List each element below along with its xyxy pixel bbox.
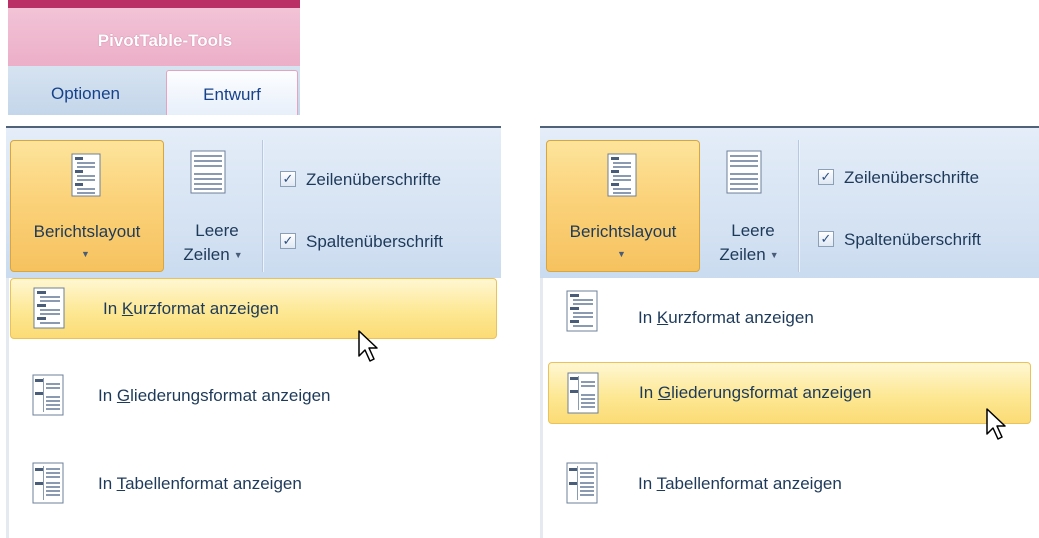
checkbox-checked-icon[interactable]: ✓ bbox=[818, 231, 834, 247]
menu-item-label: In Tabellenformat anzeigen bbox=[638, 474, 842, 493]
layout-dropdown-panel-compact: Berichtslayout ▼ Leere Zeilen ▼ ✓ Zeilenü… bbox=[6, 126, 501, 538]
leere-label-line1: Leere bbox=[731, 221, 775, 240]
ribbon-tab-strip: Optionen Entwurf bbox=[8, 66, 300, 115]
berichtslayout-label: Berichtslayout bbox=[33, 222, 141, 241]
spaltenueberschriften-label: Spaltenüberschrift bbox=[306, 232, 444, 251]
blank-rows-icon bbox=[726, 150, 762, 194]
tabular-layout-icon bbox=[566, 462, 598, 504]
dropdown-arrow-icon: ▼ bbox=[769, 250, 779, 260]
blank-rows-icon bbox=[190, 150, 226, 194]
menu-item-tabellenformat[interactable]: In Tabellenformat anzeigen bbox=[540, 454, 1039, 514]
group-separator bbox=[262, 140, 264, 272]
tab-optionen[interactable]: Optionen bbox=[8, 66, 163, 115]
group-separator bbox=[798, 140, 800, 272]
dropdown-arrow-icon: ▼ bbox=[81, 249, 90, 259]
menu-item-kurzformat[interactable]: In Kurzformat anzeigen bbox=[10, 278, 497, 339]
tabular-layout-icon bbox=[32, 462, 64, 504]
ribbon-group: Berichtslayout ▼ Leere Zeilen ▼ ✓ Zeilenü… bbox=[540, 126, 1039, 280]
contextual-tab-title: PivotTable-Tools bbox=[8, 8, 300, 66]
pivottable-tools-contextual-tab: PivotTable-Tools Optionen Entwurf bbox=[8, 0, 300, 115]
leere-label-line1: Leere bbox=[195, 221, 239, 240]
zeilen-label-line2: Zeilen ▼ bbox=[183, 245, 243, 264]
layout-dropdown-menu: In Kurzformat anzeigen In Gliederungsfor… bbox=[540, 278, 1039, 538]
menu-item-label: In Tabellenformat anzeigen bbox=[98, 474, 302, 493]
layout-dropdown-menu: In Kurzformat anzeigen In Gliederungsfor… bbox=[6, 278, 501, 538]
menu-item-kurzformat[interactable]: In Kurzformat anzeigen bbox=[540, 278, 1039, 338]
spaltenueberschriften-label: Spaltenüberschrift bbox=[844, 230, 982, 249]
checkbox-checked-icon[interactable]: ✓ bbox=[280, 233, 296, 249]
mouse-pointer-icon bbox=[986, 408, 1006, 440]
checkbox-checked-icon[interactable]: ✓ bbox=[280, 171, 296, 187]
contextual-tab-accent-bar bbox=[8, 0, 300, 8]
menu-item-tabellenformat[interactable]: In Tabellenformat anzeigen bbox=[6, 454, 501, 514]
ribbon-group: Berichtslayout ▼ Leere Zeilen ▼ ✓ Zeilenü… bbox=[6, 126, 501, 280]
berichtslayout-label: Berichtslayout bbox=[569, 222, 677, 241]
report-layout-icon bbox=[71, 153, 101, 197]
berichtslayout-button[interactable]: Berichtslayout ▼ bbox=[10, 140, 164, 272]
leere-zeilen-button[interactable]: Leere Zeilen ▼ bbox=[168, 140, 266, 272]
menu-item-label: In Gliederungsformat anzeigen bbox=[639, 383, 872, 402]
menu-item-label: In Kurzformat anzeigen bbox=[638, 308, 814, 327]
dropdown-arrow-icon: ▼ bbox=[617, 249, 626, 259]
mouse-pointer-icon bbox=[358, 330, 378, 362]
tab-entwurf[interactable]: Entwurf bbox=[166, 70, 298, 115]
menu-item-gliederungsformat[interactable]: In Gliederungsformat anzeigen bbox=[548, 362, 1031, 424]
berichtslayout-button[interactable]: Berichtslayout ▼ bbox=[546, 140, 700, 272]
menu-item-gliederungsformat[interactable]: In Gliederungsformat anzeigen bbox=[6, 366, 501, 426]
zeilenueberschriften-label: Zeilenüberschrifte bbox=[844, 168, 980, 187]
zeilen-label-line2: Zeilen ▼ bbox=[719, 245, 779, 264]
layout-dropdown-panel-outline: Berichtslayout ▼ Leere Zeilen ▼ ✓ Zeilenü… bbox=[540, 126, 1039, 538]
report-layout-icon bbox=[607, 153, 637, 197]
outline-layout-icon bbox=[567, 372, 599, 414]
checkbox-checked-icon[interactable]: ✓ bbox=[818, 169, 834, 185]
dropdown-arrow-icon: ▼ bbox=[233, 250, 243, 260]
menu-item-label: In Gliederungsformat anzeigen bbox=[98, 386, 331, 405]
zeilenueberschriften-label: Zeilenüberschrifte bbox=[306, 170, 442, 189]
compact-layout-icon bbox=[566, 290, 598, 332]
outline-layout-icon bbox=[32, 374, 64, 416]
leere-zeilen-button[interactable]: Leere Zeilen ▼ bbox=[704, 140, 802, 272]
menu-item-label: In Kurzformat anzeigen bbox=[103, 299, 279, 318]
compact-layout-icon bbox=[33, 287, 65, 329]
